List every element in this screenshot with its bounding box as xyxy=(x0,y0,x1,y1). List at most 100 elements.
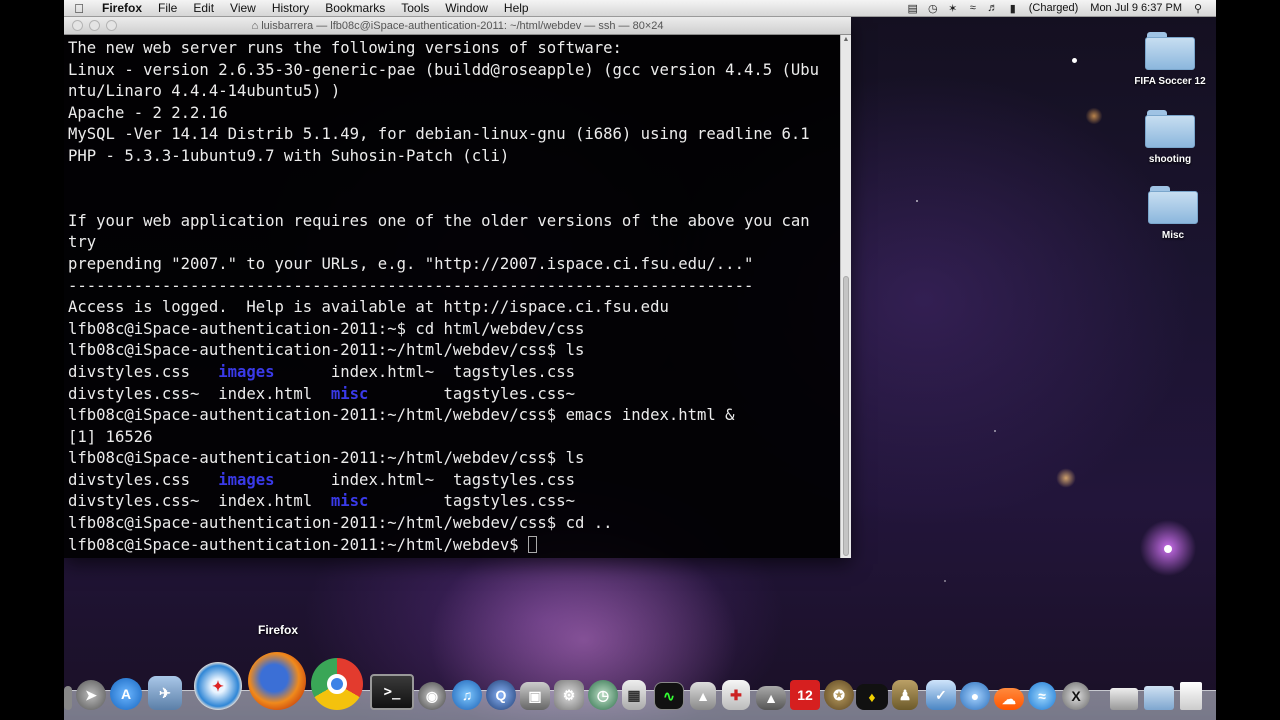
menu-window[interactable]: Window xyxy=(437,1,496,15)
chrome-icon[interactable] xyxy=(311,658,363,710)
document-icon[interactable] xyxy=(1180,682,1202,710)
ls-output-row: divstyles.css~ index.html misc tagstyles… xyxy=(68,384,575,403)
directory-images: images xyxy=(218,470,275,489)
preview-stamp-icon[interactable]: ✈ xyxy=(148,676,182,710)
ls-output-row: divstyles.css images index.html~ tagstyl… xyxy=(68,470,575,489)
utility-icon[interactable]: ▲ xyxy=(690,682,716,710)
terminal-line: PHP - 5.3.3-1ubuntu9.7 with Suhosin-Patc… xyxy=(68,146,510,165)
terminal-line: prepending "2007." to your URLs, e.g. "h… xyxy=(68,254,754,273)
ls-output-row: divstyles.css~ index.html misc tagstyles… xyxy=(68,492,575,511)
menu-file[interactable]: File xyxy=(150,1,185,15)
downloads-folder-icon[interactable] xyxy=(1144,686,1174,710)
seal-emblem-icon[interactable]: ✪ xyxy=(824,680,854,710)
terminal-line: Linux - version 2.6.35-30-generic-pae (b… xyxy=(68,60,820,79)
desktop-icon-label: shooting xyxy=(1148,154,1192,165)
display-icon[interactable]: ▤ xyxy=(903,2,923,15)
terminal-app-icon[interactable]: >_ xyxy=(370,674,414,710)
statue-icon[interactable]: ♟ xyxy=(892,680,918,710)
menu-app-firefox[interactable]: Firefox xyxy=(94,1,150,15)
xcode-hammer-icon[interactable]: ✓ xyxy=(926,680,956,710)
scroll-up-arrow-icon[interactable]: ▲ xyxy=(841,36,851,46)
bluetooth-icon[interactable]: ✶ xyxy=(943,2,963,15)
menubar-clock[interactable]: Mon Jul 9 6:37 PM xyxy=(1084,2,1188,14)
launchpad-rocket-icon[interactable]: ➤ xyxy=(76,680,106,710)
terminal-line: Access is logged. Help is available at h… xyxy=(68,298,669,317)
messages-bubble-icon[interactable]: ● xyxy=(960,682,990,710)
star xyxy=(1164,545,1172,553)
soundcloud-icon[interactable]: ☁ xyxy=(994,688,1024,710)
menubar-status-area: ▤ ◷ ✶ ≈ ♬ ▮ (Charged) Mon Jul 9 6:37 PM … xyxy=(903,2,1216,15)
directory-misc: misc xyxy=(330,492,369,511)
battery-icon[interactable]: ▮ xyxy=(1003,2,1023,15)
scrollbar-thumb[interactable] xyxy=(843,276,849,556)
terminal-scrollbar[interactable]: ▲ xyxy=(840,35,851,558)
terminal-line: lfb08c@iSpace-authentication-2011:~$ cd … xyxy=(68,319,585,338)
game-icon[interactable]: ✚ xyxy=(722,680,750,710)
photo-booth-icon[interactable]: ▣ xyxy=(520,682,550,710)
spotlight-search-icon[interactable]: ⚲ xyxy=(1188,2,1208,15)
time-machine-icon[interactable]: ◷ xyxy=(923,2,943,15)
ls-output-row: divstyles.css images index.html~ tagstyl… xyxy=(68,362,575,381)
calculator-icon[interactable]: ▦ xyxy=(622,680,646,710)
home-folder-icon: ⌂ xyxy=(251,19,262,32)
battery-status[interactable]: (Charged) xyxy=(1023,2,1085,14)
terminal-line: try xyxy=(68,233,97,252)
menu-history[interactable]: History xyxy=(264,1,317,15)
terminal-line: The new web server runs the following ve… xyxy=(68,39,622,57)
menu-help[interactable]: Help xyxy=(496,1,537,15)
terminal-line: [1] 16526 xyxy=(68,427,153,446)
app-store-icon[interactable]: A xyxy=(110,678,142,710)
terminal-window[interactable]: ⌂ luisbarrera — lfb08c@iSpace-authentica… xyxy=(64,17,851,558)
camera-icon[interactable]: ◉ xyxy=(418,682,446,710)
dock-partial-icon[interactable] xyxy=(64,686,72,710)
desktop-icon-label: FIFA Soccer 12 xyxy=(1134,76,1206,87)
menu-view[interactable]: View xyxy=(222,1,264,15)
network-globe-icon[interactable]: ≈ xyxy=(1028,682,1056,710)
safari-compass-icon[interactable]: ✦ xyxy=(194,662,242,710)
star xyxy=(916,200,918,202)
apple-menu-icon[interactable]:  xyxy=(64,1,94,16)
terminal-line: ----------------------------------------… xyxy=(68,276,754,295)
documents-stack-icon[interactable] xyxy=(1110,688,1138,710)
dock: ➤ A ✈ ✦ >_ ◉ ♫ Q ▣ ⚙ ◷ ▦ ∿ ▲ ✚ ▲ 12 ✪ ♦ … xyxy=(64,650,1216,720)
directory-misc: misc xyxy=(330,384,369,403)
desktop:  Firefox File Edit View History Bookmar… xyxy=(64,0,1216,720)
menu-tools[interactable]: Tools xyxy=(393,1,437,15)
x11-icon[interactable]: X xyxy=(1062,682,1090,710)
fifa-12-icon[interactable]: 12 xyxy=(790,680,820,710)
firefox-icon[interactable] xyxy=(248,652,306,710)
quicktime-icon[interactable]: Q xyxy=(486,680,516,710)
terminal-line: lfb08c@iSpace-authentication-2011:~/html… xyxy=(68,514,613,533)
terminal-line: ntu/Linaro 4.4.4-14ubuntu5) ) xyxy=(68,82,341,101)
desktop-icon-shooting[interactable]: shooting xyxy=(1130,110,1210,166)
terminal-titlebar[interactable]: ⌂ luisbarrera — lfb08c@iSpace-authentica… xyxy=(64,17,851,35)
menu-edit[interactable]: Edit xyxy=(185,1,222,15)
folder-icon xyxy=(1148,186,1198,224)
itunes-icon[interactable]: ♫ xyxy=(452,680,482,710)
wifi-icon[interactable]: ≈ xyxy=(963,2,983,14)
terminal-line: lfb08c@iSpace-authentication-2011:~/html… xyxy=(68,449,585,468)
hat-icon[interactable]: ▲ xyxy=(756,686,786,710)
letterbox-left xyxy=(0,0,64,720)
system-preferences-gear-icon[interactable]: ⚙ xyxy=(554,680,584,710)
menu-bookmarks[interactable]: Bookmarks xyxy=(317,1,393,15)
star xyxy=(944,580,946,582)
desktop-icon-label: Misc xyxy=(1161,230,1185,241)
star xyxy=(1072,58,1077,63)
dock-tooltip: Firefox xyxy=(257,623,298,637)
activity-monitor-icon[interactable]: ∿ xyxy=(654,682,684,710)
desktop-icon-misc[interactable]: Misc xyxy=(1133,186,1213,242)
desktop-icon-fifa-soccer-12[interactable]: FIFA Soccer 12 xyxy=(1130,32,1210,88)
volume-icon[interactable]: ♬ xyxy=(983,2,1003,14)
directory-images: images xyxy=(218,362,275,381)
letterbox-right xyxy=(1216,0,1280,720)
text-cursor xyxy=(528,535,538,553)
batman-game-icon[interactable]: ♦ xyxy=(856,684,888,710)
time-machine-dock-icon[interactable]: ◷ xyxy=(588,680,618,710)
terminal-prompt-line: lfb08c@iSpace-authentication-2011:~/html… xyxy=(68,535,840,557)
terminal-output[interactable]: The new web server runs the following ve… xyxy=(64,35,840,558)
star xyxy=(994,430,996,432)
terminal-title: ⌂ luisbarrera — lfb08c@iSpace-authentica… xyxy=(251,19,664,32)
